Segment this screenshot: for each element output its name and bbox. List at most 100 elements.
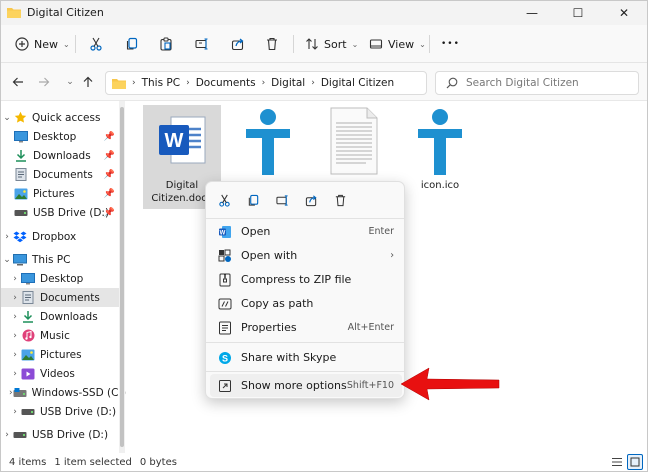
sidebar-item-downloads[interactable]: › Downloads [1,307,119,326]
context-delete-button[interactable] [330,190,350,210]
sidebar-item-label: Music [40,329,70,342]
context-copy-button[interactable] [243,190,263,210]
chevron-right-icon[interactable]: › [9,407,21,417]
pin-icon: 📌 [103,150,115,161]
delete-button[interactable] [265,32,279,56]
sidebar-item-label: Videos [40,367,75,380]
view-label: View [388,37,415,51]
minimize-button[interactable]: — [509,1,555,25]
usb-drive-icon [21,405,35,419]
chevron-right-icon[interactable]: › [9,331,21,341]
menu-item-label: Open [241,225,271,238]
forward-button[interactable] [35,73,53,91]
sidebar-item-documents[interactable]: › Documents [1,288,119,307]
pin-icon: 📌 [103,188,115,199]
copy-button[interactable] [125,32,139,56]
svg-text:S: S [222,353,228,363]
address-bar[interactable]: › This PC › Documents › Digital › Digita… [105,71,427,95]
desktop-icon [14,130,28,144]
view-icon [369,39,383,49]
view-button[interactable]: View ⌄ [369,32,426,56]
search-input[interactable]: Search Digital Citizen [435,71,639,95]
context-share-button[interactable] [301,190,321,210]
chevron-down-icon: ⌄ [419,39,426,49]
details-view-button[interactable] [609,454,625,470]
status-bar: 4 items 1 item selected 0 bytes [1,453,647,471]
large-icons-view-button[interactable] [627,454,643,470]
sidebar-item-documents-pinned[interactable]: Documents 📌 [1,165,119,184]
sidebar-item-pictures-pinned[interactable]: Pictures 📌 [1,184,119,203]
menu-shortcut: Enter [368,226,395,237]
close-button[interactable]: ✕ [601,1,647,25]
sidebar-item-this-pc[interactable]: ⌄ This PC [1,250,119,269]
chevron-down-icon[interactable]: ⌄ [1,113,13,123]
paste-icon [160,37,172,51]
menu-divider [206,218,404,219]
chevron-right-icon[interactable]: › [9,293,21,303]
sidebar-item-music[interactable]: › Music [1,326,119,345]
sidebar-item-dropbox[interactable]: › Dropbox [1,227,119,246]
up-button[interactable] [79,73,97,91]
menu-item-open[interactable]: W Open Enter [210,220,402,243]
menu-item-open-with[interactable]: Open with › [210,244,402,267]
context-cut-button[interactable] [214,190,234,210]
chevron-down-icon: ⌄ [351,39,359,49]
maximize-button[interactable]: ☐ [555,1,601,25]
sidebar-item-label: Quick access [32,111,101,124]
breadcrumb-digital-citizen[interactable]: Digital Citizen [321,77,394,89]
breadcrumb-documents[interactable]: Documents [196,77,256,89]
scrollbar-thumb[interactable] [120,107,124,447]
rename-button[interactable] [195,32,209,56]
toolbar-divider [293,35,294,53]
open-with-icon [216,247,234,265]
recent-locations-button[interactable]: ⌄ [61,73,79,91]
sidebar-item-usb-drive[interactable]: › USB Drive (D:) [1,402,119,421]
file-item-icon-ico[interactable]: icon.ico [401,105,479,209]
sidebar-item-usb-drive-pinned[interactable]: USB Drive (D:) 📌 [1,203,119,222]
chevron-right-icon[interactable]: › [1,232,13,242]
breadcrumb-separator: › [261,78,266,88]
search-icon [446,77,458,89]
sidebar-item-windows-ssd[interactable]: › Windows-SSD (C:) [1,383,126,402]
menu-item-compress-zip[interactable]: Compress to ZIP file [210,268,402,291]
arrow-right-icon [39,77,50,87]
sidebar-item-label: Documents [40,291,100,304]
arrow-up-icon [83,76,93,87]
sort-button[interactable]: Sort ⌄ [305,32,358,56]
sidebar-item-label: USB Drive (D:) [40,405,117,418]
sidebar-item-downloads-pinned[interactable]: Downloads 📌 [1,146,119,165]
more-options-button[interactable]: ••• [441,32,460,56]
sidebar-item-videos[interactable]: › Videos [1,364,119,383]
breadcrumb-digital[interactable]: Digital [271,77,305,89]
chevron-right-icon[interactable]: › [9,369,21,379]
new-button[interactable]: New ⌄ [15,32,70,56]
sidebar-item-quick-access[interactable]: ⌄ Quick access [1,108,119,127]
menu-item-show-more-options[interactable]: Show more options Shift+F10 [210,374,402,397]
sidebar-item-desktop[interactable]: › Desktop [1,269,119,288]
share-button[interactable] [231,32,245,56]
chevron-right-icon[interactable]: › [9,350,21,360]
word-document-icon: W [149,105,215,177]
sidebar-scrollbar[interactable] [119,101,125,453]
zip-icon [216,271,234,289]
paste-button[interactable] [159,32,173,56]
breadcrumb-this-pc[interactable]: This PC [142,77,180,89]
context-rename-button[interactable] [272,190,292,210]
sidebar-item-usb-drive-root[interactable]: › USB Drive (D:) [1,425,119,444]
back-button[interactable] [9,73,27,91]
menu-item-share-skype[interactable]: S Share with Skype [210,346,402,369]
menu-item-label: Open with [241,249,298,262]
item-count: 4 items [9,456,47,468]
cut-button[interactable] [89,32,103,56]
sidebar-item-desktop-pinned[interactable]: Desktop 📌 [1,127,119,146]
menu-item-properties[interactable]: Properties Alt+Enter [210,316,402,339]
chevron-right-icon[interactable]: › [9,312,21,322]
chevron-down-icon[interactable]: ⌄ [1,255,13,265]
menu-item-copy-as-path[interactable]: Copy as path [210,292,402,315]
chevron-down-icon: ⌄ [63,39,70,49]
chevron-right-icon[interactable]: › [9,274,21,284]
chevron-right-icon[interactable]: › [1,430,13,440]
trash-icon [335,194,345,206]
large-icons-view-icon [630,457,640,467]
sidebar-item-pictures[interactable]: › Pictures [1,345,119,364]
